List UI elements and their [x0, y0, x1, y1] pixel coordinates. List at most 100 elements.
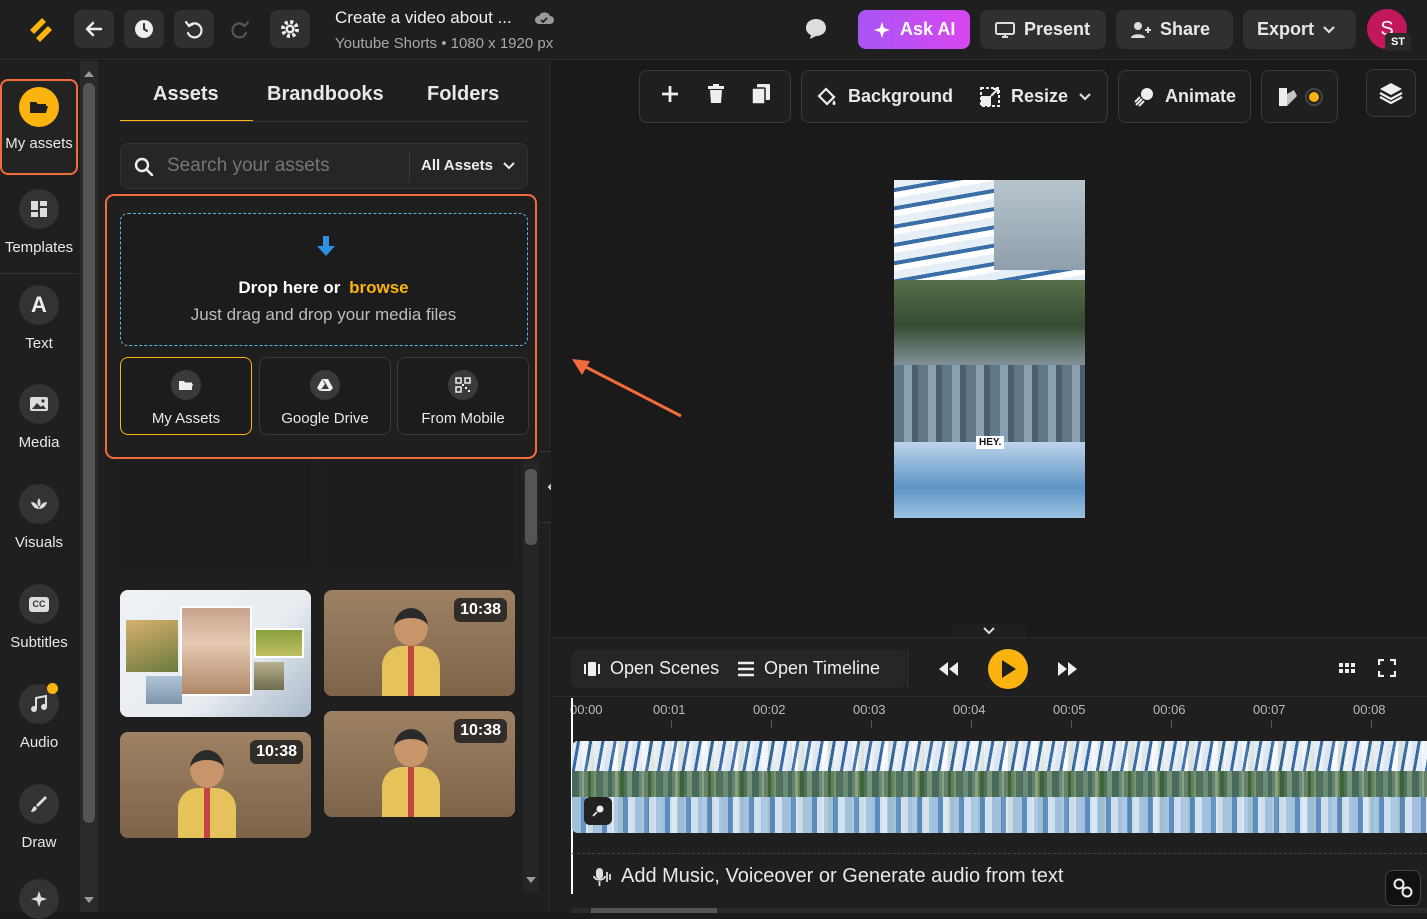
audio-track[interactable]: Add Music, Voiceover or Generate audio f… — [572, 853, 1427, 897]
rail-label: Text — [25, 335, 53, 352]
resize-button[interactable]: Resize — [979, 86, 1092, 108]
present-button[interactable]: Present — [980, 10, 1106, 49]
from-mobile-button[interactable]: From Mobile — [397, 357, 529, 435]
rewind-icon — [939, 662, 958, 676]
video-track-clip[interactable] — [572, 741, 1427, 833]
qr-code-icon — [448, 370, 478, 400]
notification-dot — [1304, 87, 1323, 106]
delete-button[interactable] — [706, 83, 726, 110]
tab-folders[interactable]: Folders — [427, 83, 499, 106]
my-assets-button[interactable]: My Assets — [120, 357, 252, 435]
timeline-scrollbar[interactable] — [571, 908, 1427, 913]
tab-assets[interactable]: Assets — [153, 83, 219, 106]
layers-button[interactable] — [1366, 69, 1416, 117]
grid-view-button[interactable] — [1338, 661, 1356, 680]
undo-icon — [184, 20, 203, 39]
fast-forward-icon — [1058, 662, 1077, 676]
forward-button[interactable] — [1057, 660, 1079, 683]
help-widget-button[interactable] — [1385, 870, 1421, 906]
avatar-badge: ST — [1385, 33, 1411, 51]
ruler-border — [551, 696, 1427, 697]
fullscreen-button[interactable] — [1377, 658, 1397, 682]
duplicate-button[interactable] — [751, 83, 771, 110]
rail-item-subtitles[interactable]: CC Subtitles — [0, 574, 78, 674]
back-button[interactable] — [74, 10, 114, 48]
brush-icon — [19, 784, 59, 824]
audio-prompt: Add Music, Voiceover or Generate audio f… — [621, 865, 1064, 887]
scenes-icon — [584, 661, 600, 676]
video-thumbnail[interactable]: 10:38 — [324, 590, 515, 696]
visuals-icon — [19, 484, 59, 524]
rail-item-visuals[interactable]: Visuals — [0, 474, 78, 574]
brand-kit-button[interactable] — [1261, 70, 1338, 123]
google-drive-button[interactable]: Google Drive — [259, 357, 391, 435]
project-title[interactable]: Create a video about ... — [335, 8, 512, 28]
video-thumbnail[interactable]: 10:38 — [324, 711, 515, 817]
rail-label: Templates — [4, 239, 74, 256]
link-icon — [1393, 878, 1413, 898]
project-subtitle: Youtube Shorts • 1080 x 1920 px — [335, 35, 554, 52]
scene-tools — [639, 70, 791, 123]
rewind-button[interactable] — [937, 660, 959, 683]
source-label: My Assets — [151, 410, 221, 427]
rail-label: Media — [18, 434, 60, 451]
drop-title: Drop here or browse — [121, 278, 526, 298]
background-resize-group: Background Resize — [801, 70, 1108, 123]
history-button[interactable] — [124, 10, 164, 48]
canvas-area: Background Resize Animate HEY. — [551, 61, 1427, 639]
rail-item-my-assets[interactable]: My assets — [0, 79, 78, 175]
settings-button[interactable] — [270, 10, 310, 48]
video-thumbnail[interactable]: 10:38 — [120, 732, 311, 838]
google-drive-icon — [310, 370, 340, 400]
redo-button[interactable] — [220, 10, 260, 48]
search-input[interactable] — [167, 152, 397, 180]
voiceover-icon — [593, 868, 611, 886]
text-icon: A — [19, 285, 59, 325]
rail-item-draw[interactable]: Draw — [0, 774, 78, 874]
open-timeline-label: Open Timeline — [764, 658, 881, 678]
timeline-divider — [907, 650, 908, 688]
image-icon — [19, 384, 59, 424]
share-button[interactable]: Share — [1116, 10, 1233, 49]
export-label: Export — [1257, 19, 1315, 39]
add-scene-button[interactable] — [659, 83, 681, 110]
cloud-saved-icon — [534, 10, 554, 31]
rail-scrollbar[interactable] — [80, 61, 98, 912]
chevron-down-icon — [1323, 25, 1335, 34]
rail-item-audio[interactable]: Audio — [0, 674, 78, 774]
browse-link[interactable]: browse — [349, 278, 409, 297]
undo-button[interactable] — [174, 10, 214, 48]
empty-thumb-slot — [120, 461, 311, 567]
notification-dot — [47, 683, 58, 694]
open-timeline-button[interactable]: Open Timeline — [737, 658, 880, 679]
ask-ai-button[interactable]: Ask AI — [858, 10, 970, 49]
open-scenes-button[interactable]: Open Scenes — [583, 658, 719, 679]
play-icon — [1002, 660, 1016, 678]
rail-item-templates[interactable]: Templates — [0, 175, 78, 275]
time-tick: 00:02 — [753, 702, 786, 717]
asset-thumbnail[interactable] — [120, 590, 311, 717]
panel-scrollbar[interactable] — [523, 461, 539, 891]
comments-button[interactable] — [802, 16, 830, 47]
time-tick: 00:07 — [1253, 702, 1286, 717]
search-bar: All Assets — [120, 143, 528, 189]
rail-item-media[interactable]: Media — [0, 374, 78, 474]
monitor-icon — [995, 21, 1015, 38]
export-button[interactable]: Export — [1243, 10, 1356, 49]
rail-item-more[interactable] — [19, 879, 59, 919]
rail-item-text[interactable]: A Text — [0, 275, 78, 375]
tab-brandbooks[interactable]: Brandbooks — [267, 83, 384, 106]
clip-animate-button[interactable] — [584, 797, 612, 825]
time-tick: 00:00 — [570, 702, 603, 717]
filter-select[interactable]: All Assets — [421, 157, 515, 174]
copy-icon — [751, 84, 771, 105]
app-logo[interactable] — [26, 14, 56, 46]
play-button[interactable] — [988, 649, 1028, 689]
video-preview[interactable]: HEY. — [894, 180, 1085, 518]
background-button[interactable]: Background — [816, 86, 953, 108]
rail-label: Visuals — [14, 534, 64, 551]
left-rail: My assets Templates A Text Media Visuals… — [0, 61, 80, 919]
drop-subtitle: Just drag and drop your media files — [190, 305, 457, 324]
animate-button[interactable]: Animate — [1118, 70, 1251, 123]
drop-zone[interactable]: Drop here or browse Just drag and drop y… — [120, 213, 528, 346]
